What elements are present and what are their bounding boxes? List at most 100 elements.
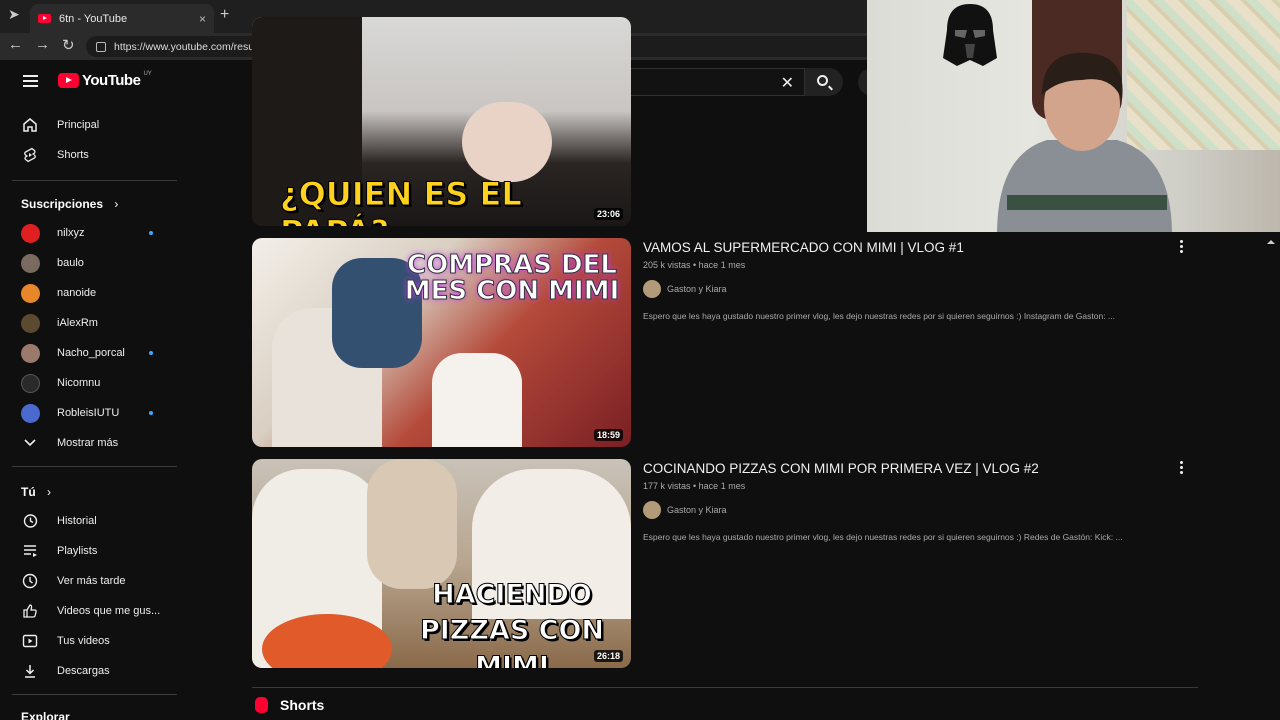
browser-tab[interactable]: 6tn - YouTube × [30, 4, 214, 33]
video-duration: 23:06 [593, 208, 623, 220]
playlists-icon [21, 542, 39, 560]
channel-name: Gaston y Kiara [667, 505, 727, 515]
sidebar-item-watch-later[interactable]: Ver más tarde [12, 567, 180, 595]
video-meta: 205 k vistas • hace 1 mes [643, 260, 746, 270]
tab-title: 6tn - YouTube [59, 12, 128, 25]
back-icon[interactable]: ← [8, 36, 23, 53]
liked-icon [21, 602, 39, 620]
sidebar-item-subscription[interactable]: Nacho_porcal [12, 339, 180, 367]
sidebar-item-subscription[interactable]: Nicomnu [12, 369, 180, 397]
sidebar-item-downloads[interactable]: Descargas [12, 657, 180, 685]
sidebar-item-historial[interactable]: Historial [12, 507, 180, 535]
avatar [21, 223, 40, 243]
sidebar-item-principal[interactable]: Principal [12, 111, 180, 139]
tab-close-button[interactable]: × [199, 12, 206, 26]
video-description: Espero que les haya gustado nuestro prim… [643, 311, 1116, 321]
divider [12, 180, 177, 181]
cursor-icon: ➤ [8, 6, 20, 22]
divider [12, 466, 177, 467]
sidebar-item-subscription[interactable]: RobleisIUTU [12, 399, 180, 427]
more-actions-icon[interactable] [1180, 240, 1184, 255]
sidebar-item-label: Descargas [57, 665, 110, 677]
sidebar-item-subscription[interactable]: nanoide [12, 279, 180, 307]
reload-icon[interactable]: ↻ [62, 36, 75, 54]
sidebar-item-subscription[interactable]: nilxyz [12, 219, 180, 247]
sidebar-item-label: RobleisIUTU [57, 407, 120, 419]
subscriptions-header[interactable]: Suscripciones › [21, 197, 118, 211]
home-icon [21, 116, 39, 134]
thumbnail-text: COMPRAS DEL MES CON MIMI [404, 250, 620, 306]
show-more-label: Mostrar más [57, 437, 119, 449]
sidebar-item-playlists[interactable]: Playlists [12, 537, 180, 565]
channel-name: Gaston y Kiara [667, 284, 727, 294]
you-label: Tú [21, 485, 36, 499]
thumbnail-text: ¿QUIEN ES EL PAPÁ? [280, 175, 523, 227]
avatar [21, 313, 40, 333]
sidebar: Principal Shorts Suscripciones › nilxyz … [0, 104, 192, 720]
channel-link[interactable]: Gaston y Kiara [643, 280, 727, 298]
search-icon [817, 75, 828, 86]
video-description: Espero que les haya gustado nuestro prim… [643, 532, 1123, 542]
video-title[interactable]: VAMOS AL SUPERMERCADO CON MIMI | VLOG #1 [643, 240, 964, 255]
avatar [21, 373, 40, 393]
video-thumbnail[interactable]: ¿QUIEN ES EL PAPÁ? 23:06 [252, 17, 631, 226]
sidebar-item-label: nanoide [57, 287, 97, 299]
sidebar-item-label: iAlexRm [57, 317, 98, 329]
sidebar-item-label: baulo [57, 257, 84, 269]
sidebar-item-label: Ver más tarde [57, 575, 126, 587]
channel-link[interactable]: Gaston y Kiara [643, 501, 727, 519]
explore-header: Explorar [21, 710, 70, 720]
sidebar-item-label: Tus videos [57, 635, 110, 647]
video-duration: 26:18 [593, 650, 623, 662]
shorts-icon [255, 697, 268, 713]
sidebar-item-label: Videos que me gus... [57, 605, 161, 617]
avatar [21, 403, 40, 423]
shorts-label: Shorts [280, 697, 325, 713]
menu-icon[interactable] [23, 75, 38, 87]
show-more-button[interactable]: Mostrar más [12, 429, 180, 457]
new-content-dot [149, 411, 153, 415]
subscriptions-label: Suscripciones [21, 197, 104, 211]
video-meta: 177 k vistas • hace 1 mes [643, 481, 746, 491]
logo-text: YouTube [82, 72, 141, 89]
your-videos-icon [21, 632, 39, 650]
thumbnail-figure [432, 353, 522, 447]
youtube-play-icon [58, 73, 79, 88]
thumbnail-figure [367, 459, 457, 589]
youtube-favicon-icon [38, 14, 51, 23]
downloads-icon [21, 662, 39, 680]
avatar [21, 343, 40, 363]
history-icon [21, 512, 39, 530]
chevron-right-icon: › [114, 197, 119, 211]
video-thumbnail[interactable]: COMPRAS DEL MES CON MIMI 18:59 [252, 238, 631, 447]
sidebar-item-liked-videos[interactable]: Videos que me gus... [12, 597, 180, 625]
search-button[interactable] [805, 68, 843, 96]
sidebar-item-shorts[interactable]: Shorts [12, 141, 180, 169]
site-info-icon[interactable] [96, 41, 106, 52]
sidebar-item-label: Shorts [57, 149, 89, 161]
sidebar-item-subscription[interactable]: baulo [12, 249, 180, 277]
clear-search-icon[interactable]: ✕ [781, 73, 794, 93]
scroll-up-arrow[interactable] [1266, 232, 1276, 244]
new-tab-button[interactable]: + [220, 6, 229, 24]
webcam-overlay [867, 0, 1280, 232]
chevron-right-icon: › [47, 485, 52, 499]
watch-later-icon [21, 572, 39, 590]
chevron-down-icon [21, 434, 39, 452]
streamer [997, 52, 1172, 232]
more-actions-icon[interactable] [1180, 461, 1184, 476]
you-header[interactable]: Tú › [21, 485, 51, 499]
forward-icon[interactable]: → [35, 36, 50, 53]
shorts-section-header: Shorts [255, 697, 324, 713]
new-content-dot [149, 231, 153, 235]
thumbnail-text: HACIENDO PIZZAS CON MIMI [419, 579, 605, 669]
avatar [21, 283, 40, 303]
sidebar-item-your-videos[interactable]: Tus videos [12, 627, 180, 655]
video-thumbnail[interactable]: HACIENDO PIZZAS CON MIMI 26:18 [252, 459, 631, 668]
sidebar-item-label: Principal [57, 119, 100, 131]
thumbnail-figure [462, 102, 552, 182]
youtube-logo[interactable]: YouTube UY [58, 70, 152, 89]
sidebar-item-subscription[interactable]: iAlexRm [12, 309, 180, 337]
video-title[interactable]: COCINANDO PIZZAS CON MIMI POR PRIMERA VE… [643, 461, 1039, 476]
country-code: UY [143, 70, 152, 77]
